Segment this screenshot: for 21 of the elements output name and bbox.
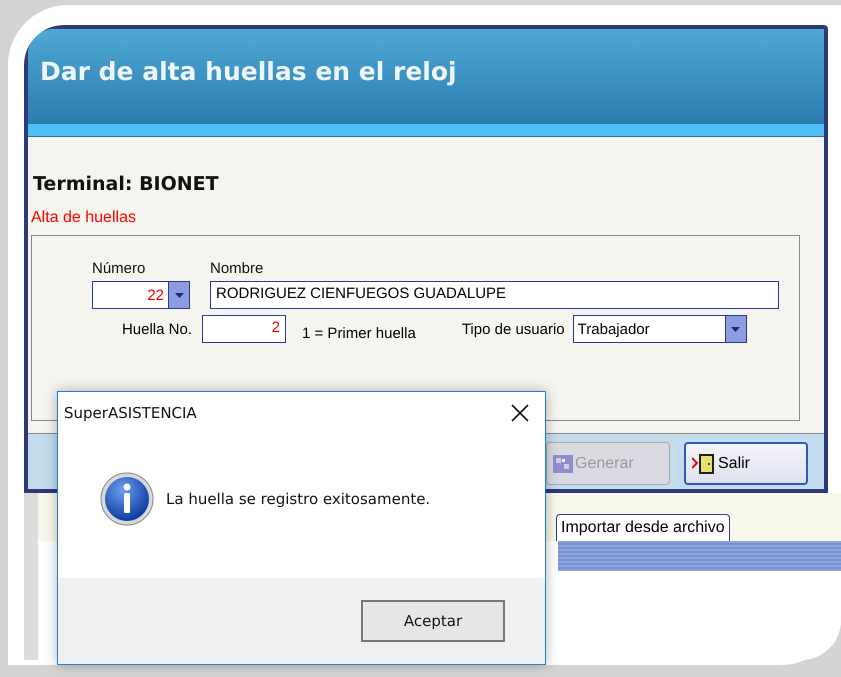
field-label: Tipo de usuario (462, 320, 565, 338)
field-label: Número (92, 260, 146, 277)
user-type-dropdown[interactable]: Trabajador (572, 315, 747, 343)
exit-button[interactable]: Salir (684, 442, 808, 485)
dialog-message: La huella se registro exitosamente. (166, 490, 430, 508)
window-title: Dar de alta huellas en el reloj (40, 57, 457, 86)
field-label: Huella No. (120, 320, 193, 338)
accept-button[interactable]: Aceptar (361, 600, 505, 642)
terminal-label: Terminal: BIONET (33, 173, 220, 195)
info-icon (100, 472, 154, 526)
close-icon[interactable] (511, 404, 529, 422)
dialog-title: SuperASISTENCIA (64, 404, 197, 422)
hint-text: 1 = Primer huella (302, 324, 416, 342)
section-label: Alta de huellas (31, 209, 137, 227)
tab[interactable]: Importar desde archivo (556, 514, 730, 541)
name-field[interactable]: RODRIGUEZ CIENFUEGOS GUADALUPE (210, 281, 779, 309)
grid-icon (553, 454, 573, 472)
fingerprint-number-field[interactable]: 2 (202, 315, 286, 343)
door-icon (692, 452, 716, 474)
field-label: Nombre (210, 260, 264, 277)
number-dropdown[interactable]: 22 (92, 281, 190, 309)
